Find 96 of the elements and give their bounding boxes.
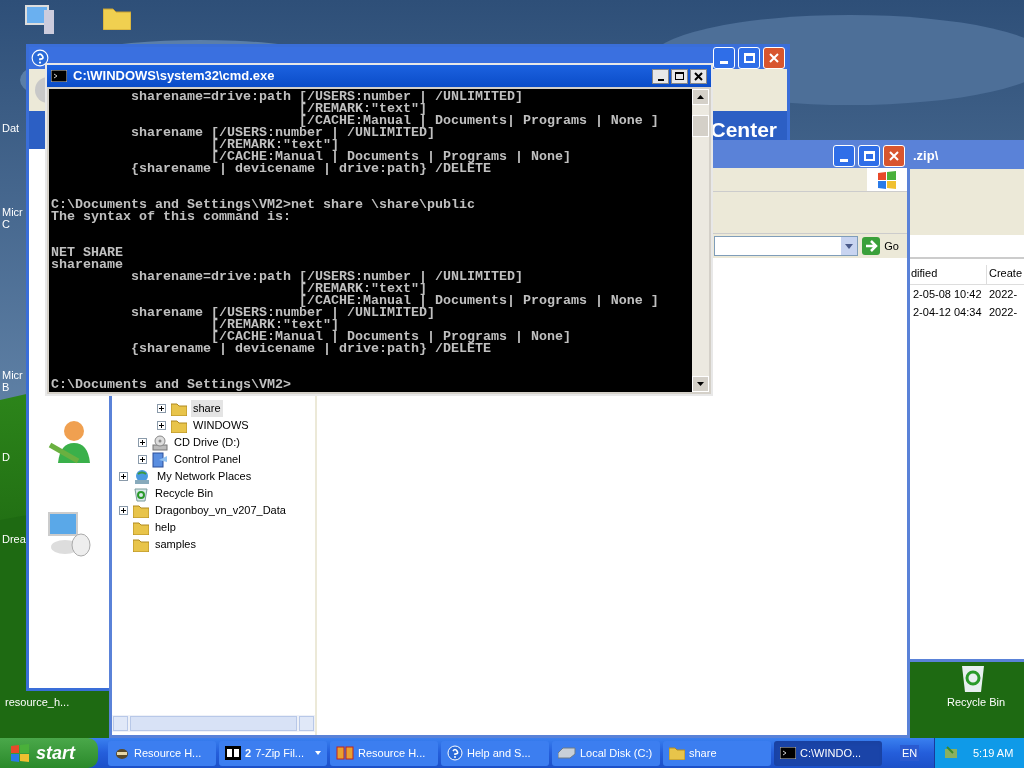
expand-toggle[interactable] — [119, 506, 128, 515]
table-cell-text: 2-04-12 04:34 — [913, 305, 983, 321]
console-line: [/REMARK:"text"] — [209, 139, 340, 151]
expand-toggle[interactable] — [138, 438, 147, 447]
scrollbar-thumb[interactable] — [692, 114, 709, 137]
recycle-bin-icon — [133, 485, 149, 502]
taskbar-button[interactable]: Help and S... — [441, 740, 549, 766]
console-line: [/CACHE:Manual | Documents| Programs | None ] — [298, 115, 660, 127]
column-header[interactable]: Create — [987, 265, 1023, 284]
tree-item[interactable]: Recycle Bin — [153, 485, 216, 502]
caret-icon — [315, 751, 321, 755]
language-indicator[interactable]: EN — [900, 744, 920, 762]
go-button[interactable]: Go — [862, 236, 899, 256]
horizontal-scrollbar[interactable] — [112, 715, 315, 732]
close-button[interactable] — [690, 68, 707, 84]
scroll-up-icon[interactable] — [697, 95, 704, 99]
folder-icon — [133, 537, 149, 552]
desktop-icon-label[interactable]: D — [2, 449, 10, 466]
tree-item[interactable]: WINDOWS — [191, 417, 251, 434]
help-icon — [447, 745, 463, 761]
close-icon — [889, 150, 899, 161]
column-header[interactable]: dified — [911, 265, 987, 284]
expand-toggle[interactable] — [157, 404, 166, 413]
arrow-right-icon — [862, 237, 881, 255]
address-field[interactable] — [714, 236, 859, 256]
folder-icon — [669, 746, 685, 760]
cd-drive-icon — [152, 434, 168, 451]
start-button[interactable]: start — [0, 738, 98, 768]
expand-toggle[interactable] — [138, 455, 147, 464]
table-cell-text: 2022- — [989, 305, 1018, 321]
tree-item[interactable]: samples — [153, 536, 198, 553]
console-line: NET SHARE — [51, 247, 124, 259]
tree-item[interactable]: Control Panel — [172, 451, 243, 468]
window-title: .zip\ — [913, 147, 939, 166]
taskbar-button[interactable]: Resource H... — [330, 740, 438, 766]
folder-icon — [171, 418, 187, 433]
header-title: Center — [710, 117, 777, 144]
tree-item[interactable]: Dragonboy_vn_v207_Data — [153, 502, 288, 519]
computer-mouse-icon — [47, 511, 93, 557]
console-line: [/REMARK:"text"] — [209, 319, 340, 331]
scroll-down-icon[interactable] — [697, 382, 704, 386]
console-line: sharename=drive:path [/USERS:number | /UNLIMITED] — [129, 271, 524, 283]
caret-icon — [845, 243, 854, 249]
folder-icon — [133, 520, 149, 535]
taskbar-button[interactable]: Local Disk (C:) — [552, 740, 660, 766]
tree-item[interactable]: My Network Places — [155, 468, 254, 485]
window-count: 2 — [245, 745, 252, 761]
dropdown-button[interactable] — [841, 237, 858, 255]
console-line: sharename=drive:path [/USERS:number | /UNLIMITED] — [129, 91, 524, 103]
close-icon — [769, 53, 779, 63]
console-line: sharename [/USERS:number | /UNLIMITED] — [129, 307, 436, 319]
tree-item[interactable]: CD Drive (D:) — [172, 434, 242, 451]
taskbar-button[interactable]: 2 7-Zip Fil... — [219, 740, 327, 766]
network-globe-icon — [133, 468, 151, 485]
desktop-icon-label[interactable]: Drea — [2, 531, 26, 548]
minimize-button[interactable] — [652, 68, 669, 84]
console-line: [/REMARK:"text"] — [297, 283, 428, 295]
vertical-scrollbar[interactable] — [692, 89, 709, 392]
windows-flag-icon — [10, 744, 30, 762]
close-icon — [694, 71, 703, 81]
taskbar-button[interactable]: Resource H... — [108, 740, 216, 766]
taskbar-button[interactable]: C:\WINDO... — [774, 740, 882, 766]
desktop-icon-label[interactable]: resource_h... — [5, 694, 70, 711]
computer-icon — [24, 4, 56, 36]
console-line: C:\Documents and Settings\VM2>net share \share\public — [51, 199, 476, 211]
console-line: [/CACHE:Manual | Documents| Programs | None ] — [298, 295, 660, 307]
console-line: C:\Documents and Settings\VM2> — [51, 379, 292, 391]
expand-toggle[interactable] — [119, 472, 128, 481]
table-cell-text: 2-05-08 10:42 — [913, 287, 983, 303]
table-cell-text: 2022- — [989, 287, 1018, 303]
tree-item[interactable]: help — [153, 519, 178, 536]
console-line: {sharename | devicename | drive:path} /DELETE — [129, 163, 491, 175]
console-line: sharename — [51, 259, 124, 271]
command-prompt-icon — [780, 747, 796, 759]
disk-drive-icon — [558, 747, 576, 759]
console-line: [/REMARK:"text"] — [297, 103, 428, 115]
console-line: The syntax of this command is: — [51, 211, 291, 223]
windows-flag-icon — [877, 170, 897, 189]
command-prompt-icon — [51, 70, 67, 82]
folder-icon — [103, 6, 131, 30]
console-line: sharename [/USERS:number | /UNLIMITED] — [129, 127, 436, 139]
expand-toggle[interactable] — [157, 421, 166, 430]
archive-icon — [225, 746, 241, 760]
tree-item[interactable]: share — [191, 400, 223, 417]
desktop-icon-label[interactable]: Dat — [2, 120, 20, 137]
folder-icon — [133, 503, 149, 518]
console-line: [/CACHE:Manual | Documents | Programs | None] — [210, 331, 572, 343]
maximize-button[interactable] — [671, 68, 688, 84]
window-title: C:\WINDOWS\system32\cmd.exe — [73, 67, 275, 86]
control-panel-icon — [152, 451, 168, 468]
console-line: [/CACHE:Manual | Documents | Programs | None] — [210, 151, 572, 163]
help-icon — [31, 49, 49, 67]
desktop-icon-label[interactable]: Recycle Bin — [947, 694, 1006, 711]
folder-icon — [171, 401, 187, 416]
taskbar-button[interactable]: share — [663, 740, 771, 766]
console-line: {sharename | devicename | drive:path} /DELETE — [129, 343, 491, 355]
